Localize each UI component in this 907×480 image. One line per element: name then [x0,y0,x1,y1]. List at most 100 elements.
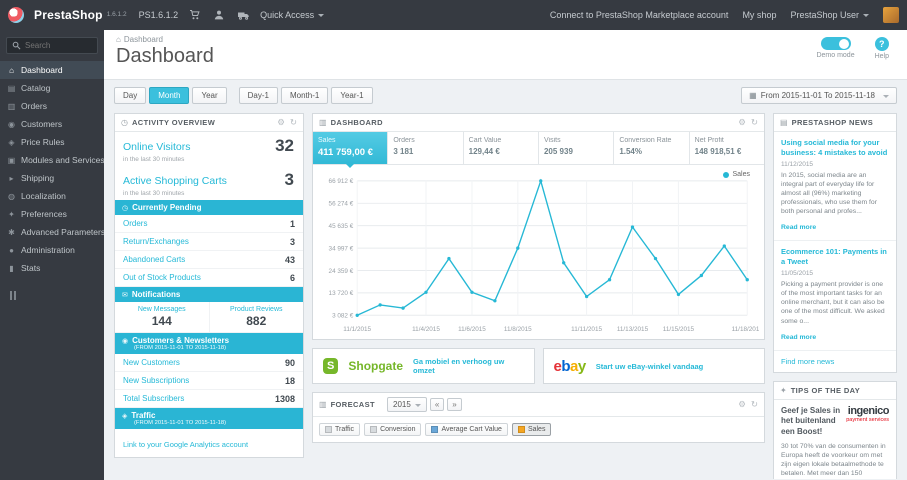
sidebar-item-preferences[interactable]: ✦ Preferences [0,205,104,223]
refresh-icon[interactable]: ↻ [290,118,297,127]
news-article: Ecommerce 101: Payments in a Tweet 11/05… [774,241,896,351]
svg-text:11/11/2015: 11/11/2015 [571,326,602,333]
sidebar-item-stats[interactable]: ▮ Stats [0,259,104,277]
sidebar-item-dashboard[interactable]: ⌂ Dashboard [0,61,104,79]
forecast-legend-average-cart-value[interactable]: Average Cart Value [425,423,508,436]
ebay-link[interactable]: Start uw eBay-winkel vandaag [596,362,704,371]
demo-mode-label: Demo mode [816,52,855,59]
shopgate-link[interactable]: Ga mobiel en verhoog uw omzet [413,357,523,375]
kpi-orders[interactable]: Orders 3 181 [388,132,464,164]
truck-icon[interactable] [236,8,250,22]
news-article-excerpt: In 2015, social media are an integral pa… [781,171,877,216]
pending-row-returns: Return/Exchanges 3 [115,233,303,251]
date-range-toolbar: Day Month Year Day-1 Month-1 Year-1 ▦ Fr… [104,80,907,111]
help-control: ? Help [875,37,889,60]
svg-text:11/15/2015: 11/15/2015 [663,326,695,333]
refresh-icon[interactable]: ↻ [751,400,758,409]
help-icon[interactable]: ? [874,37,889,51]
user-menu[interactable]: PrestaShop User [790,10,869,20]
gear-icon[interactable]: ⚙ [738,400,746,409]
search-input[interactable] [25,41,91,50]
svg-text:11/13/2015: 11/13/2015 [617,326,649,333]
orders-link[interactable]: Orders [123,219,147,228]
customers-icon[interactable] [212,8,226,22]
range-year-1-button[interactable]: Year-1 [331,87,373,104]
sidebar-item-label: Advanced Parameters [21,227,104,237]
sidebar-item-label: Administration [21,245,75,255]
kpi-cart-value[interactable]: Cart Value 129,44 € [464,132,539,164]
forecast-prev-button[interactable]: « [429,398,445,411]
marketplace-link[interactable]: Connect to PrestaShop Marketplace accoun… [550,10,729,20]
date-range-picker[interactable]: ▦ From 2015-11-01 To 2015-11-18 [741,87,897,104]
collapse-sidebar-button[interactable] [10,291,104,300]
sidebar-item-price-rules[interactable]: ◈ Price Rules [0,133,104,151]
new-customers-link[interactable]: New Customers [123,358,180,367]
refresh-icon[interactable]: ↻ [751,118,758,127]
range-month-button[interactable]: Month [149,87,190,104]
sidebar-item-modules[interactable]: ▣ Modules and Services [0,151,104,169]
forecast-year-select[interactable]: 2015 [387,397,427,412]
read-more-link[interactable]: Read more [781,224,816,231]
price-rules-icon: ◈ [8,137,15,147]
new-messages-stat[interactable]: New Messages 144 [115,302,210,332]
forecast-legend-sales[interactable]: Sales [511,423,552,436]
chevron-down-icon [883,94,889,101]
find-more-news-link[interactable]: Find more news [774,351,896,372]
kpi-conversion-rate[interactable]: Conversion Rate 1.54% [614,132,690,164]
traffic-analytics-row: Link to your Google Analytics account [115,429,303,457]
sales-swatch-icon [517,426,525,433]
gear-icon[interactable]: ⚙ [277,118,285,127]
abandoned-carts-link[interactable]: Abandoned Carts [123,255,185,264]
quick-access-menu[interactable]: Quick Access [260,10,325,20]
kpi-net-profit[interactable]: Net Profit 148 918,51 € [690,132,764,164]
ebay-promo-panel: ebay Start uw eBay-winkel vandaag [542,348,765,384]
traffic-header: ◈ Traffic (FROM 2015-11-01 TO 2015-11-18) [115,408,303,429]
dashboard-panel-title: DASHBOARD [330,118,383,127]
sidebar: ⌂ Dashboard ▤ Catalog ▥ Orders ◉ Customers ◈… [0,30,104,480]
kpi-sales[interactable]: Sales 411 759,00 € [313,132,389,168]
chart-icon: ▥ [319,400,327,409]
news-article-title[interactable]: Using social media for your business: 4 … [781,138,889,158]
sidebar-item-administration[interactable]: ● Administration [0,241,104,259]
range-year-button[interactable]: Year [192,87,227,104]
gear-icon[interactable]: ⚙ [738,118,746,127]
notifications-stats: New Messages 144 Product Reviews 882 [115,302,303,333]
range-day-1-button[interactable]: Day-1 [238,87,278,104]
my-shop-link[interactable]: My shop [742,10,776,20]
prestashop-admin: PrestaShop 1.6.1.2 PS1.6.1.2 Quick Acces… [0,0,907,480]
forecast-legend-traffic[interactable]: Traffic [319,423,361,436]
forecast-legend-conversion[interactable]: Conversion [364,423,422,436]
forecast-panel-title: FORECAST [330,400,376,409]
out-of-stock-link[interactable]: Out of Stock Products [123,273,201,282]
sidebar-item-orders[interactable]: ▥ Orders [0,97,104,115]
active-carts-link[interactable]: Active Shopping Carts [123,175,227,187]
svg-text:11/6/2015: 11/6/2015 [458,326,486,333]
sidebar-item-localization[interactable]: ◍ Localization [0,187,104,205]
new-subscriptions-link[interactable]: New Subscriptions [123,376,189,385]
cart-icon[interactable] [188,8,202,22]
breadcrumb[interactable]: ⌂ Dashboard [116,35,895,44]
chart-legend-sales[interactable]: Sales [723,171,750,178]
sidebar-search [6,37,98,54]
product-reviews-stat[interactable]: Product Reviews 882 [210,302,304,332]
returns-link[interactable]: Return/Exchanges [123,237,189,246]
total-subscribers-link[interactable]: Total Subscribers [123,394,184,403]
sidebar-item-label: Stats [21,263,41,273]
range-month-1-button[interactable]: Month-1 [280,87,329,104]
tips-of-the-day-panel: ✦ TIPS OF THE DAY Geef je Sales in het b… [773,380,897,479]
sidebar-item-advanced-parameters[interactable]: ✱ Advanced Parameters [0,223,104,241]
sidebar-item-shipping[interactable]: ▸ Shipping [0,169,104,187]
avatar[interactable] [883,7,899,23]
customers-icon: ◉ [8,119,15,129]
demo-mode-toggle[interactable] [820,37,851,50]
chevron-down-icon [863,14,869,20]
google-analytics-link[interactable]: Link to your Google Analytics account [123,440,248,449]
news-article-title[interactable]: Ecommerce 101: Payments in a Tweet [781,247,889,267]
kpi-visits[interactable]: Visits 205 939 [539,132,615,164]
sidebar-item-catalog[interactable]: ▤ Catalog [0,79,104,97]
range-day-button[interactable]: Day [114,87,147,104]
sidebar-item-customers[interactable]: ◉ Customers [0,115,104,133]
read-more-link[interactable]: Read more [781,334,816,341]
forecast-next-button[interactable]: » [447,398,462,411]
online-visitors-link[interactable]: Online Visitors [123,141,191,153]
